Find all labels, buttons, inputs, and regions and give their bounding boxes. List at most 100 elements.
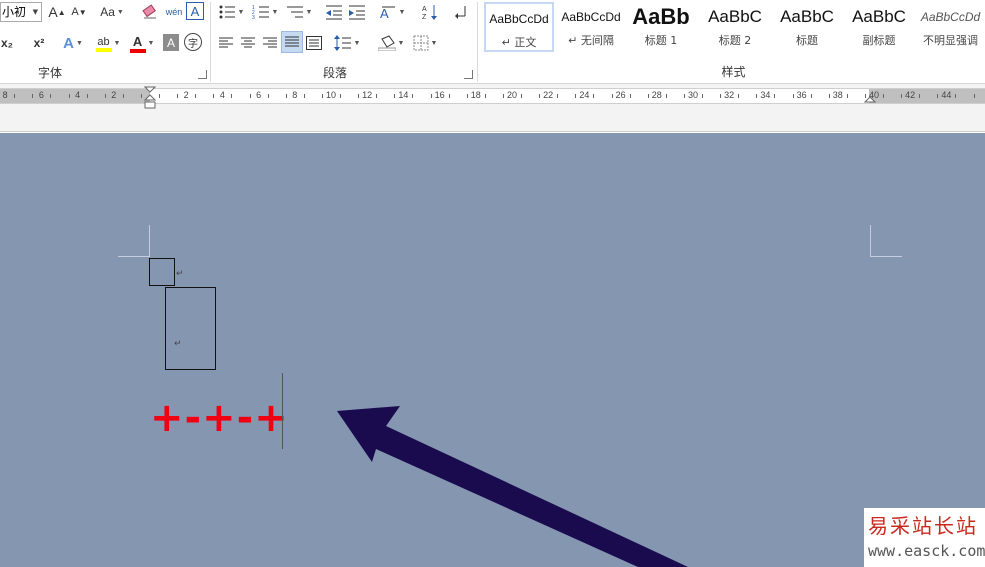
ruler-tick-label: 22 <box>543 90 554 100</box>
ruler-tick <box>846 94 848 98</box>
clear-formatting-button[interactable] <box>140 1 160 23</box>
document-canvas[interactable]: ↵ ↵ +-+-+ 易采站长站 www.easck.com <box>0 133 985 567</box>
formula-text[interactable]: +-+-+ <box>150 395 289 441</box>
ruler-tick <box>810 94 812 98</box>
align-left-icon <box>219 37 233 48</box>
distributed-icon <box>306 36 322 50</box>
ruler-tick <box>521 94 523 98</box>
superscript-button[interactable]: x² <box>28 32 50 54</box>
ruler-tick <box>430 94 432 98</box>
ruler-tick <box>466 94 468 98</box>
ruler-tick <box>973 94 975 98</box>
ruler-tick-label: 20 <box>506 90 518 100</box>
font-color-button[interactable]: A ▼ <box>127 32 157 54</box>
enclose-characters-icon: 字 <box>188 38 198 50</box>
ruler-tick <box>249 94 251 98</box>
justify-button[interactable] <box>281 31 303 53</box>
numbering-icon: 123 <box>252 5 269 20</box>
styles-gallery: AaBbCcDd ↵ 正文 AaBbCcDd ↵ 无间隔 AaBb 标题 1 A… <box>482 0 985 62</box>
small-text-box[interactable] <box>149 258 175 286</box>
style-heading-2[interactable]: AaBbC 标题 2 <box>700 2 770 52</box>
ruler-tick <box>159 94 161 98</box>
chevron-down-icon: ▼ <box>32 8 38 16</box>
style-sample: AaBbC <box>852 7 906 26</box>
shading-button[interactable]: ▼ <box>376 32 406 54</box>
ruler-tick <box>919 94 921 98</box>
style-sample: AaBbC <box>708 7 762 26</box>
font-size-value: 小初 <box>2 5 27 19</box>
line-spacing-button[interactable]: ▼ <box>332 32 362 54</box>
ruler-tick-label: 6 <box>256 90 262 100</box>
ruler-tick <box>358 94 360 98</box>
svg-text:A: A <box>380 6 389 20</box>
style-sample: AaBbCcDd <box>920 10 981 24</box>
ruler-tick <box>756 94 758 98</box>
style-subtle-emphasis[interactable]: AaBbCcDd 不明显强调 <box>916 2 985 52</box>
align-left-button[interactable] <box>216 32 236 54</box>
font-size-select[interactable]: 小初 ▼ <box>0 2 42 22</box>
paragraph-mark-icon <box>455 6 466 19</box>
ruler-tick-label: 30 <box>687 90 699 100</box>
style-normal[interactable]: AaBbCcDd ↵ 正文 <box>484 2 554 52</box>
increase-indent-button[interactable] <box>347 1 367 23</box>
text-effects-button[interactable]: A ▼ <box>60 32 86 54</box>
ruler-right-margin <box>869 89 985 103</box>
ruler-tick <box>720 94 722 98</box>
style-no-spacing[interactable]: AaBbCcDd ↵ 无间隔 <box>556 2 626 52</box>
numbering-button[interactable]: 1 2 3 ▼ <box>250 1 280 23</box>
annotation-arrow <box>337 406 688 567</box>
paragraph-dialog-launcher[interactable] <box>464 70 473 79</box>
character-shading-button[interactable]: A <box>163 34 179 51</box>
ruler-tick <box>50 94 52 98</box>
align-center-button[interactable] <box>238 32 258 54</box>
sort-button[interactable]: AZ <box>420 1 440 23</box>
ruler-tick <box>683 94 685 98</box>
enclose-characters-button[interactable]: 字 <box>184 33 202 51</box>
multilevel-list-button[interactable]: ▼ <box>284 1 314 23</box>
highlight-icon: ab <box>97 36 110 48</box>
ruler-tick <box>448 94 450 98</box>
subscript-button[interactable]: x₂ <box>0 32 18 54</box>
ruler-tick-label: 44 <box>941 90 952 100</box>
grow-font-button[interactable]: A ▲ <box>48 1 66 23</box>
show-hide-marks-button[interactable] <box>452 1 472 23</box>
ruler-tick <box>231 94 233 98</box>
multilevel-list-icon <box>286 6 303 18</box>
font-group-label: 字体 <box>37 66 62 80</box>
font-dialog-launcher[interactable] <box>198 70 207 79</box>
indent-marker[interactable] <box>144 86 156 110</box>
ruler-tick <box>792 94 794 98</box>
bullets-button[interactable]: ▼ <box>216 1 246 23</box>
highlight-button[interactable]: ab ▼ <box>93 32 123 54</box>
decrease-indent-button[interactable] <box>324 1 344 23</box>
decrease-indent-icon <box>326 5 342 20</box>
style-name: 不明显强调 <box>923 34 978 47</box>
shrink-font-icon: A <box>71 6 79 18</box>
character-border-button[interactable]: A <box>186 2 204 20</box>
eraser-icon <box>142 4 156 19</box>
style-subtitle[interactable]: AaBbC 副标题 <box>844 2 914 52</box>
watermark-title: 易采站长站 <box>868 514 978 538</box>
distributed-button[interactable] <box>304 32 324 54</box>
style-title[interactable]: AaBbC 标题 <box>772 2 842 52</box>
chinese-layout-button[interactable]: A ▼ <box>378 1 406 23</box>
borders-button[interactable]: ▼ <box>410 32 440 54</box>
font-group: 小初 ▼ A ▲ A ▼ Aa ▼ wén A x₂ x² A ▼ ab ▼ A… <box>0 0 210 84</box>
ruler-tick <box>213 94 215 98</box>
ruler-tick <box>140 94 142 98</box>
ruler-tick <box>86 94 88 98</box>
style-name: 标题 2 <box>718 34 752 47</box>
change-case-button[interactable]: Aa ▼ <box>97 1 127 23</box>
text-cursor <box>282 373 283 449</box>
align-center-icon <box>241 37 255 48</box>
borders-icon <box>413 35 429 51</box>
right-indent-marker[interactable] <box>864 92 876 108</box>
phonetic-guide-button[interactable]: wén <box>163 1 185 23</box>
tall-text-box[interactable] <box>165 287 216 370</box>
ruler-tick <box>502 94 504 98</box>
align-right-button[interactable] <box>260 32 280 54</box>
bullets-icon <box>219 5 235 19</box>
style-heading-1[interactable]: AaBb 标题 1 <box>630 2 692 52</box>
paragraph-group: ▼ 1 2 3 ▼ ▼ A ▼ AZ ▼ ▼ ▼ 段落 <box>212 0 476 84</box>
shrink-font-button[interactable]: A ▼ <box>70 1 88 23</box>
